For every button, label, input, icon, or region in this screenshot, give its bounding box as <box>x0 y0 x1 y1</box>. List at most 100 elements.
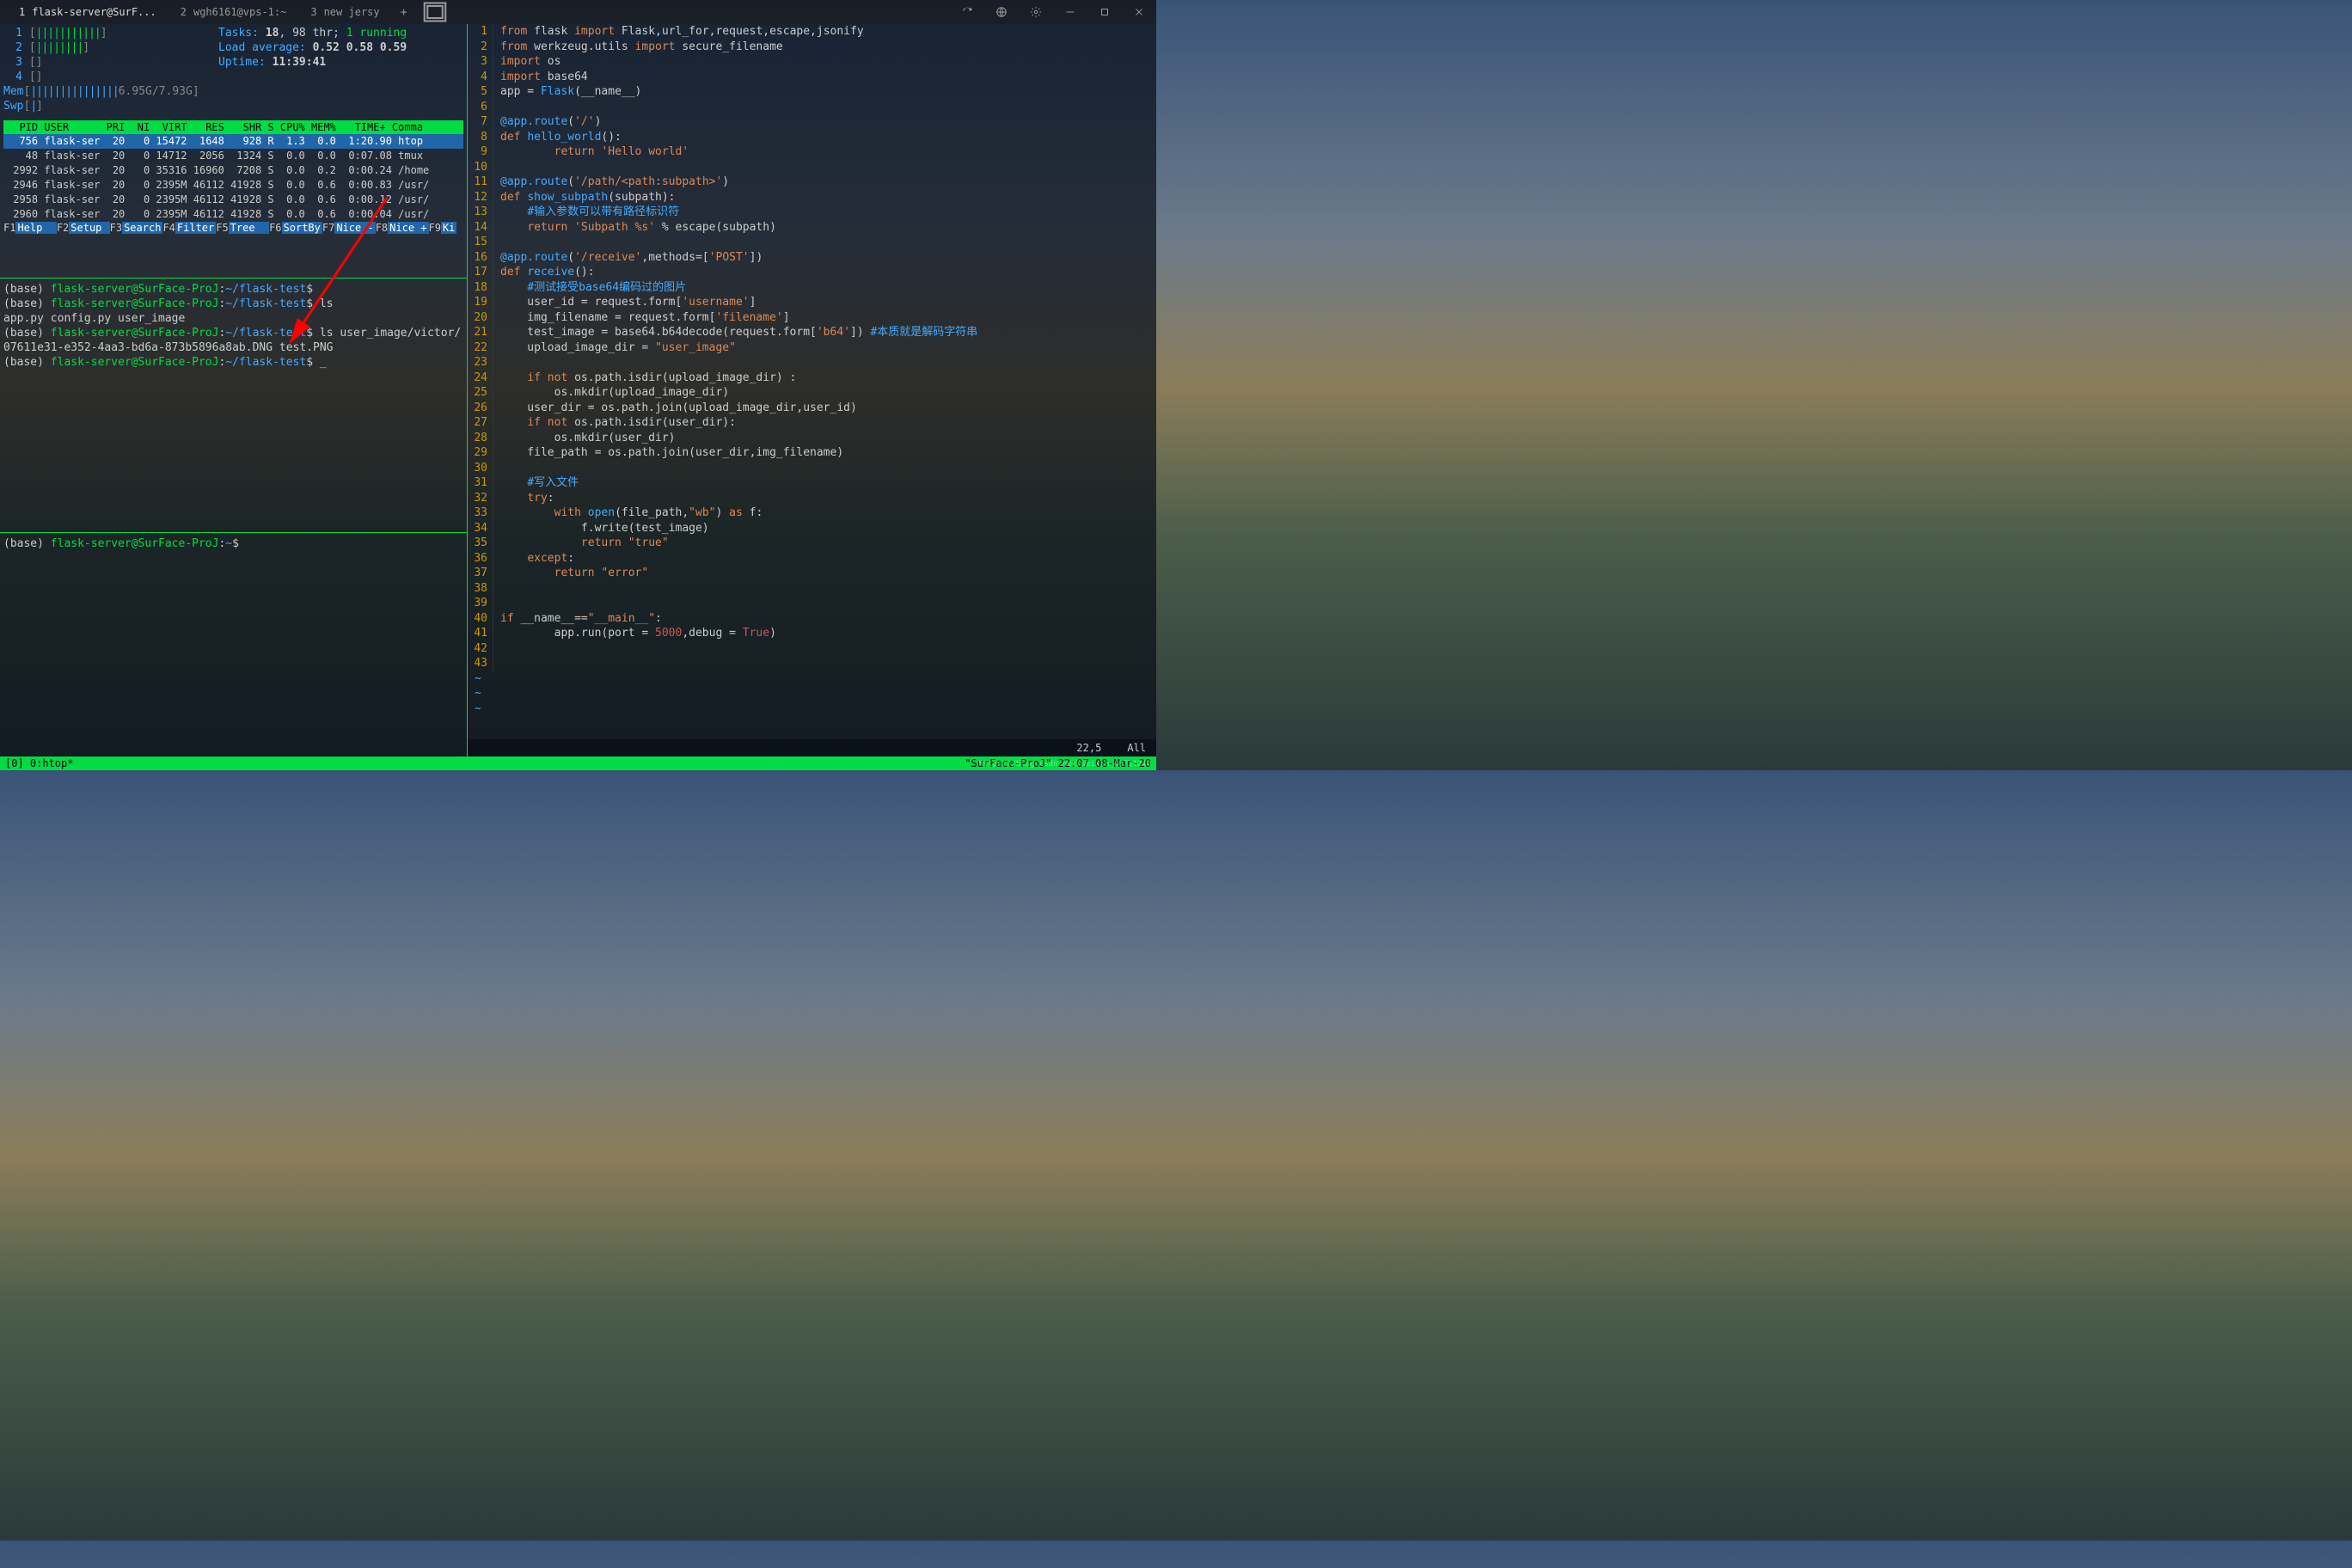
code-line: 12def show_subpath(subpath): <box>468 190 1156 205</box>
code-line: 3import os <box>468 54 1156 70</box>
process-row[interactable]: 48 flask-ser 20 0 14712 2056 1324 S 0.0 … <box>3 149 463 163</box>
code-line: 31 #写入文件 <box>468 475 1156 491</box>
fkey-F9[interactable]: Ki <box>441 222 456 234</box>
watermark: https://blog.csdn.net/weixin_40731240 <box>979 760 1151 769</box>
uptime-label: Uptime: <box>218 56 273 69</box>
code-line: 33 with open(file_path,"wb") as f: <box>468 505 1156 521</box>
code-line: 15 <box>468 235 1156 250</box>
code-line: 32 try: <box>468 491 1156 506</box>
tmux-session: [0] 0:htop* <box>5 757 965 769</box>
code-line: 27 if not os.path.isdir(user_dir): <box>468 415 1156 431</box>
shell-line: (base) flask-server@SurFace-ProJ:~/flask… <box>3 355 463 370</box>
mem-bar: Mem[|||||||||||||||6.95G/7.93G] <box>3 84 218 99</box>
process-header[interactable]: PID USER PRI NI VIRT RES SHR S CPU% MEM%… <box>3 120 463 134</box>
code-line: 41 app.run(port = 5000,debug = True) <box>468 626 1156 641</box>
code-line: 13 #输入参数可以带有路径标识符 <box>468 205 1156 220</box>
code-line: 24 if not os.path.isdir(upload_image_dir… <box>468 371 1156 386</box>
code-line: 9 return 'Hello world' <box>468 144 1156 160</box>
code-line: 18 #测试接受base64编码过的图片 <box>468 280 1156 296</box>
fkey-F2[interactable]: Setup <box>69 222 109 234</box>
shell-line: (base) flask-server@SurFace-ProJ:~/flask… <box>3 326 463 340</box>
window-controls <box>950 0 1156 24</box>
fkey-F1[interactable]: Help <box>15 222 56 234</box>
minimize-button[interactable] <box>1053 0 1087 24</box>
code-line: 30 <box>468 461 1156 476</box>
code-line: 34 f.write(test_image) <box>468 521 1156 536</box>
code-line: 4import base64 <box>468 70 1156 85</box>
view-position: All <box>1127 742 1146 754</box>
code-line: 10 <box>468 160 1156 175</box>
code-line: 19 user_id = request.form['username'] <box>468 295 1156 310</box>
code-line: 36 except: <box>468 551 1156 567</box>
code-line: 21 test_image = base64.b64decode(request… <box>468 325 1156 340</box>
close-button[interactable] <box>1122 0 1156 24</box>
fkey-F3[interactable]: Search <box>122 222 162 234</box>
process-row[interactable]: 2992 flask-ser 20 0 35316 16960 7208 S 0… <box>3 163 463 178</box>
code-line: 22 upload_image_dir = "user_image" <box>468 340 1156 356</box>
right-pane: 1from flask import Flask,url_for,request… <box>468 24 1156 756</box>
vim-status-bar: 22,5 All <box>468 739 1156 756</box>
code-line: 38 <box>468 581 1156 597</box>
code-line: 6 <box>468 100 1156 115</box>
swp-bar: Swp[|] <box>3 99 218 113</box>
shell-line: (base) flask-server@SurFace-ProJ:~/flask… <box>3 297 463 311</box>
code-line: 2from werkzeug.utils import secure_filen… <box>468 40 1156 55</box>
code-line: 43 <box>468 656 1156 671</box>
terminal-window: 1 [|||||||||||]2 [||||||||]3 []4 []Mem[|… <box>0 24 1156 756</box>
split-icon <box>423 0 447 24</box>
empty-line: ~ <box>468 671 1156 687</box>
shell-line: 07611e31-e352-4aa3-bd6a-873b5896a8ab.DNG… <box>3 340 463 355</box>
settings-icon[interactable] <box>1019 0 1053 24</box>
sync-icon[interactable] <box>950 0 984 24</box>
code-line: 1from flask import Flask,url_for,request… <box>468 24 1156 40</box>
code-line: 23 <box>468 355 1156 371</box>
cpu-bar-4: 4 [] <box>3 70 218 84</box>
code-line: 39 <box>468 596 1156 611</box>
maximize-button[interactable] <box>1087 0 1122 24</box>
split-pane-button[interactable] <box>423 0 447 24</box>
fkey-F5[interactable]: Tree <box>229 222 269 234</box>
tab-3[interactable]: 3new jersy <box>298 0 391 24</box>
code-line: 26 user_dir = os.path.join(upload_image_… <box>468 401 1156 416</box>
shell-bottom-pane[interactable]: (base) flask-server@SurFace-ProJ:~$ <box>0 533 467 554</box>
process-row[interactable]: 756 flask-ser 20 0 15472 1648 928 R 1.3 … <box>3 134 463 149</box>
globe-icon[interactable] <box>984 0 1019 24</box>
code-line: 17def receive(): <box>468 265 1156 280</box>
tab-1[interactable]: 1flask-server@SurF... <box>7 0 168 24</box>
cursor-position: 22,5 <box>1076 742 1101 754</box>
code-line: 40if __name__=="__main__": <box>468 611 1156 627</box>
fkey-F7[interactable]: Nice - <box>334 222 375 234</box>
cpu-bar-2: 2 [||||||||] <box>3 40 218 55</box>
shell-line: (base) flask-server@SurFace-ProJ:~/flask… <box>3 282 463 297</box>
cpu-bar-1: 1 [|||||||||||] <box>3 26 218 40</box>
code-line: 5app = Flask(__name__) <box>468 84 1156 100</box>
code-line: 28 os.mkdir(user_dir) <box>468 431 1156 446</box>
fkey-F8[interactable]: Nice + <box>388 222 428 234</box>
code-line: 14 return 'Subpath %s' % escape(subpath) <box>468 220 1156 236</box>
process-row[interactable]: 2946 flask-ser 20 0 2395M 46112 41928 S … <box>3 178 463 193</box>
titlebar: 1flask-server@SurF...2wgh6161@vps-1:~3ne… <box>0 0 1156 24</box>
fkey-F4[interactable]: Filter <box>175 222 216 234</box>
code-line: 35 return "true" <box>468 536 1156 551</box>
left-pane: 1 [|||||||||||]2 [||||||||]3 []4 []Mem[|… <box>0 24 468 756</box>
code-line: 7@app.route('/') <box>468 114 1156 130</box>
code-line: 16@app.route('/receive',methods=['POST']… <box>468 250 1156 266</box>
code-line: 20 img_filename = request.form['filename… <box>468 310 1156 326</box>
load-label: Load average: <box>218 41 313 54</box>
process-row[interactable]: 2958 flask-ser 20 0 2395M 46112 41928 S … <box>3 193 463 207</box>
code-line: 8def hello_world(): <box>468 130 1156 145</box>
tab-2[interactable]: 2wgh6161@vps-1:~ <box>168 0 299 24</box>
vim-editor[interactable]: 1from flask import Flask,url_for,request… <box>468 24 1156 739</box>
new-tab-button[interactable]: + <box>392 0 416 24</box>
code-line: 29 file_path = os.path.join(user_dir,img… <box>468 445 1156 461</box>
shell-pane[interactable]: (base) flask-server@SurFace-ProJ:~/flask… <box>0 279 467 533</box>
empty-line: ~ <box>468 701 1156 717</box>
htop-fkeys: F1Help F2Setup F3SearchF4FilterF5Tree F6… <box>3 222 463 234</box>
process-row[interactable]: 2960 flask-ser 20 0 2395M 46112 41928 S … <box>3 207 463 222</box>
code-line: 25 os.mkdir(upload_image_dir) <box>468 385 1156 401</box>
code-line: 37 return "error" <box>468 566 1156 581</box>
empty-line: ~ <box>468 686 1156 701</box>
htop-pane[interactable]: 1 [|||||||||||]2 [||||||||]3 []4 []Mem[|… <box>0 24 467 279</box>
fkey-F6[interactable]: SortBy <box>282 222 322 234</box>
cpu-bar-3: 3 [] <box>3 55 218 70</box>
